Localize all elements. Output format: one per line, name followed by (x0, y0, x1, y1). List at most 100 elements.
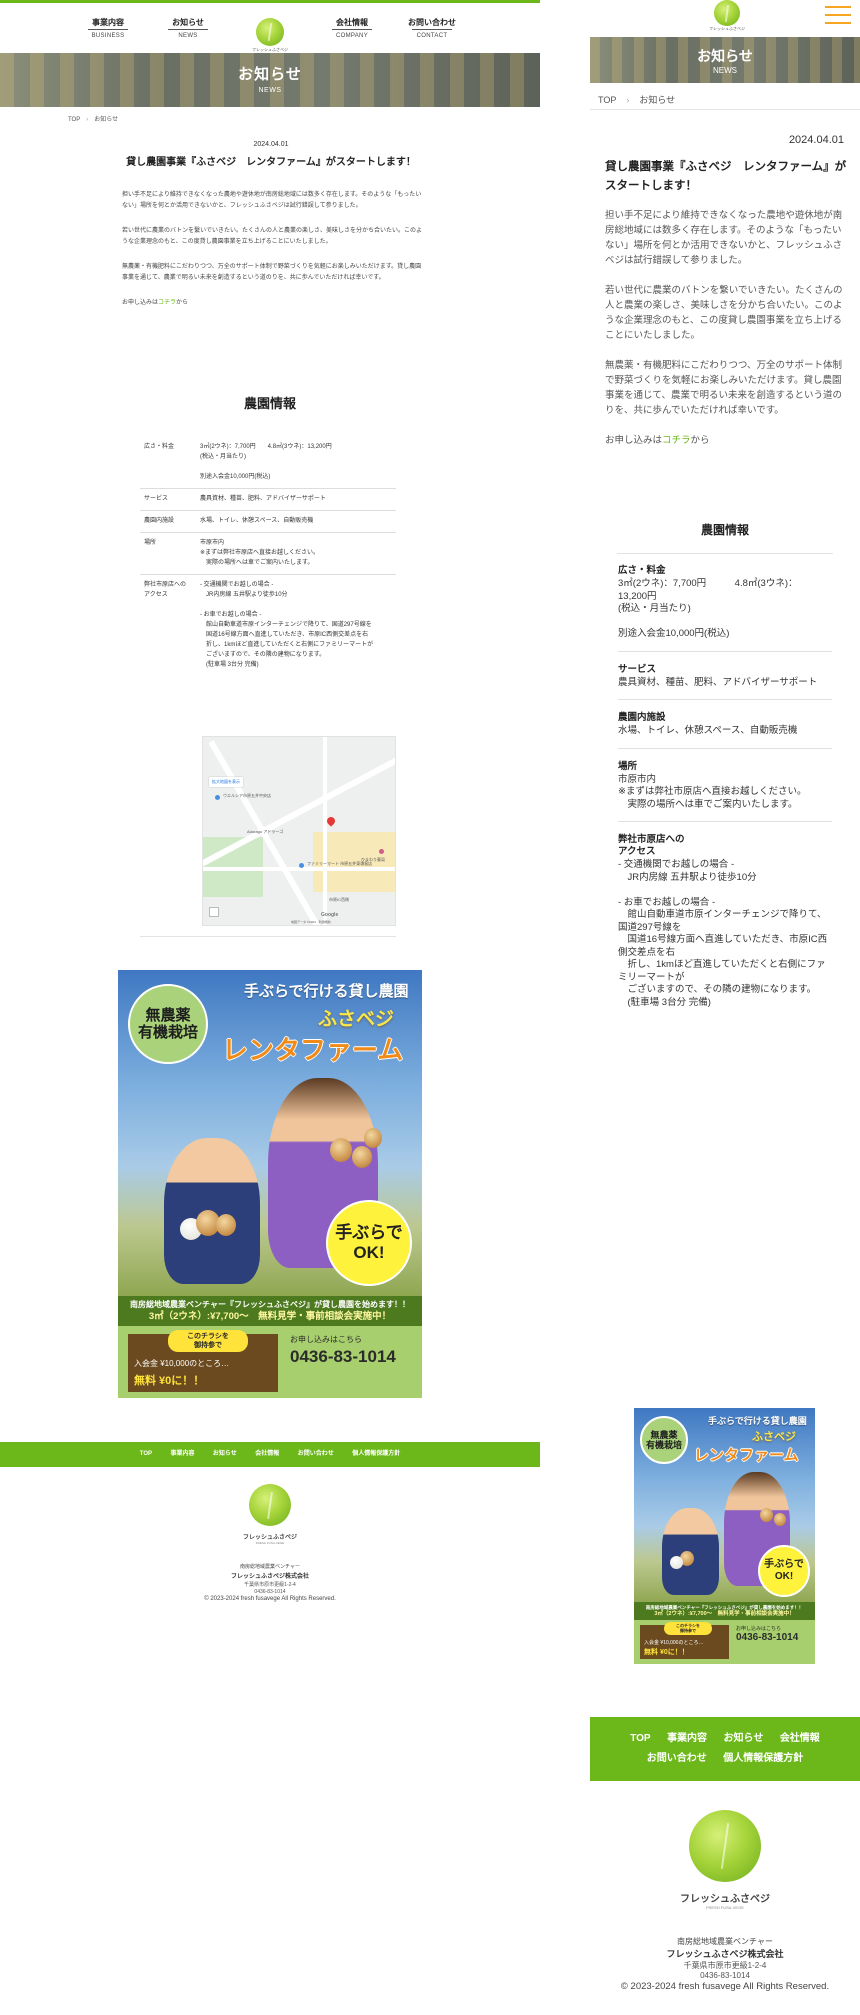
nav-company[interactable]: 会社情報 COMPANY (322, 18, 382, 41)
breadcrumb-top[interactable]: TOP (68, 117, 80, 123)
row-value: 3㎡(2ウネ)：7,700円 4.8㎡(3ウネ)：13,200円 (税込・月当た… (200, 444, 332, 480)
nav-label: お知らせ (172, 18, 204, 27)
table-row: 広さ・料金 3㎡(2ウネ)：7,700円 4.8㎡(3ウネ)： 13,200円 (… (618, 565, 832, 652)
site-logo[interactable]: フレッシュふさベジ (707, 0, 747, 32)
top-accent-bar (0, 0, 540, 3)
footer-link-business[interactable]: 事業内容 (667, 1733, 707, 1744)
row-label: 場所 (618, 760, 638, 772)
site-logo[interactable]: フレッシュふさベジ (248, 18, 292, 56)
row-value: 農具資材、種苗、肥料、アドバイザーサポート (200, 496, 326, 502)
article-body: 担い手不足により維持できなくなった農地や遊休地が南房総地域には数多く存在します。… (605, 208, 850, 463)
footer-tagline: 南房総地域農業ベンチャー (677, 1937, 773, 1946)
map-poi-icon (299, 863, 304, 868)
breadcrumb-current: お知らせ (94, 117, 119, 123)
breadcrumb-current: お知らせ (639, 95, 676, 105)
farm-info-table: 広さ・料金 3㎡(2ウネ)：7,700円 4.8㎡(3ウネ)：13,200円 (税… (140, 437, 396, 676)
table-row: サービス 農具資材、種苗、肥料、アドバイザーサポート (140, 489, 396, 511)
row-value: - 交通機関でお越しの場合 - JR内房線 五井駅より徒歩10分 - お車でお越… (200, 582, 374, 668)
table-row: 弊社市原店への アクセス - 交通機関でお越しの場合 - JR内房線 五井駅より徒… (140, 575, 396, 676)
page-hero: お知らせ NEWS (0, 53, 540, 107)
flyer-strip: 南房総地域農業ベンチャー『フレッシュふさベジ』が貸し農園を始めます！！ 3㎡（2… (634, 1602, 815, 1620)
breadcrumb-top[interactable]: TOP (598, 95, 616, 105)
row-value: 水場、トイレ、休憩スペース、自動販売機 (618, 725, 798, 736)
table-row: 場所 市原市内 ※まずは弊社市原店へ直接お越しください。 実際の場所へは車でご案内… (618, 760, 832, 822)
article-paragraph: 無農薬・有機肥料にこだわりつつ、万全のサポート体制で野菜づくりを気軽にお楽しみい… (605, 360, 843, 416)
embedded-map[interactable]: 拡大地図を表示 ウエルシア市原五井中央店 Adorago アドラーゴ ファミリー… (202, 736, 396, 926)
flyer-strip: 南房総地域農業ベンチャー『フレッシュふさベジ』が貸し農園を始めます！！ 3㎡（2… (118, 1296, 422, 1326)
apply-text: お申し込みはコチラから (122, 300, 189, 306)
map-attribution: 地図データ ©2024 利用規約 (291, 920, 331, 924)
footer-link-top[interactable]: TOP (140, 1451, 152, 1457)
footer-nav: TOP 事業内容 お知らせ 会社情報 お問い合わせ 個人情報保護方針 (590, 1717, 860, 1781)
map-expand-link[interactable]: 拡大地図を表示 (209, 777, 243, 787)
table-row: サービス 農具資材、種苗、肥料、アドバイザーサポート (618, 664, 832, 700)
footer-company: フレッシュふさベジ株式会社 (666, 1949, 784, 1959)
farm-info-table: 広さ・料金 3㎡(2ウネ)：7,700円 4.8㎡(3ウネ)： 13,200円 (… (618, 565, 832, 1031)
nav-sublabel: BUSINESS (91, 33, 125, 39)
row-value: 市原市内 ※まずは弊社市原店へ直接お越しください。 実際の場所へは車でご案内いた… (618, 773, 807, 810)
copyright: © 2023-2024 fresh fusavege All Rights Re… (204, 1596, 336, 1602)
footer-link-company[interactable]: 会社情報 (780, 1733, 820, 1744)
article-paragraph: 担い手不足により維持できなくなった農地や遊休地が南房総地域には数多く存在します。… (122, 192, 422, 209)
row-value: 市原市内 ※まずは弊社市原店へ直接お越しください。 実際の場所へは車でご案内いた… (200, 540, 320, 566)
nav-label: 事業内容 (92, 18, 124, 27)
coupon-box: このチラシを 御持参で 入会金 ¥10,000のところ… 無料 ¥0に！！ (128, 1330, 278, 1392)
nav-sublabel: COMPANY (336, 33, 368, 39)
cabbage-logo-icon (249, 1484, 291, 1526)
footer-link-contact[interactable]: お問い合わせ (647, 1753, 707, 1764)
cabbage-logo-icon (714, 0, 740, 26)
footer-link-news[interactable]: お知らせ (213, 1451, 237, 1457)
footer-link-top[interactable]: TOP (630, 1733, 650, 1744)
nav-sublabel: NEWS (178, 33, 198, 39)
nav-label: 会社情報 (336, 18, 368, 27)
divider (590, 109, 860, 110)
row-label: サービス (144, 496, 169, 502)
coupon-box: このチラシを 御持参で 入会金 ¥10,000のところ… 無料 ¥0に！！ (640, 1622, 729, 1659)
page-subtitle: NEWS (258, 87, 282, 94)
footer-address: 千葉県市原市更級1-2-4 (244, 1582, 296, 1588)
hamburger-menu-icon[interactable] (825, 6, 851, 30)
footer-link-news[interactable]: お知らせ (724, 1733, 764, 1744)
cabbage-logo-icon (256, 18, 284, 46)
row-value: 水場、トイレ、休憩スペース、自動販売機 (200, 518, 314, 524)
page-hero: お知らせ NEWS (590, 37, 860, 83)
table-row: 農園内施設 水場、トイレ、休憩スペース、自動販売機 (140, 511, 396, 533)
row-label: 広さ・料金 (618, 565, 666, 576)
table-row: 場所 市原市内 ※まずは弊社市原店へ直接お越しください。 実際の場所へは車でご案内… (140, 533, 396, 575)
map-pin-icon (325, 815, 337, 827)
article-date: 2024.04.01 (253, 141, 289, 148)
map-layer-button[interactable] (209, 907, 219, 917)
footer-link-contact[interactable]: お問い合わせ (298, 1451, 334, 1457)
cabbage-logo-icon (689, 1810, 761, 1882)
rental-farm-flyer: 手ぶらで行ける貸し農園 ふさベジ レンタファーム 無農薬 有機栽培 手ぶらで O… (634, 1408, 815, 1664)
farm-info-heading: 農園情報 (700, 523, 749, 537)
article-title: 貸し農園事業『ふさベジ レンタファーム』がスタートします！ (605, 161, 847, 192)
row-label: 農園内施設 (618, 712, 666, 723)
divider (140, 936, 396, 937)
row-value: 3㎡(2ウネ)：7,700円 4.8㎡(3ウネ)： 13,200円 (税込・月当… (618, 578, 798, 639)
row-value: - 交通機関でお越しの場合 - JR内房線 五井駅より徒歩10分 - お車でお越… (618, 859, 828, 1008)
footer-tel: 0436-83-1014 (700, 1971, 750, 1980)
row-label: 農園内施設 (144, 518, 175, 524)
table-row: 弊社市原店への アクセス - 交通機関でお越しの場合 - JR内房線 五井駅より徒… (618, 834, 832, 1019)
page-subtitle: NEWS (713, 66, 737, 75)
nav-contact[interactable]: お問い合わせ CONTACT (402, 18, 462, 41)
footer-nav: TOP 事業内容 お知らせ 会社情報 お問い合わせ 個人情報保護方針 (0, 1442, 540, 1467)
footer-link-company[interactable]: 会社情報 (255, 1451, 279, 1457)
apply-link[interactable]: コチラ (158, 300, 176, 306)
footer-link-privacy[interactable]: 個人情報保護方針 (352, 1451, 400, 1457)
row-label: 弊社市原店への アクセス (144, 582, 187, 598)
apply-link[interactable]: コチラ (662, 435, 691, 446)
page-title: お知らせ (238, 66, 302, 83)
nav-news[interactable]: お知らせ NEWS (158, 18, 218, 41)
footer-tagline: 南房総地域農業ベンチャー (240, 1564, 300, 1570)
footer-logo-text: フレッシュふさベジ (242, 1535, 297, 1541)
footer-link-privacy[interactable]: 個人情報保護方針 (723, 1753, 803, 1764)
hands-free-badge: 手ぶらで OK! (758, 1545, 810, 1597)
row-label: 場所 (144, 540, 157, 546)
footer-link-business[interactable]: 事業内容 (170, 1451, 194, 1457)
nav-business[interactable]: 事業内容 BUSINESS (78, 18, 138, 41)
apply-text: お申し込みはコチラから (605, 435, 710, 446)
flyer-phone: 0436-83-1014 (290, 1347, 396, 1366)
rental-farm-flyer: 手ぶらで行ける貸し農園 ふさベジ レンタファーム 無農薬 有機栽培 手ぶらで O… (118, 970, 422, 1398)
